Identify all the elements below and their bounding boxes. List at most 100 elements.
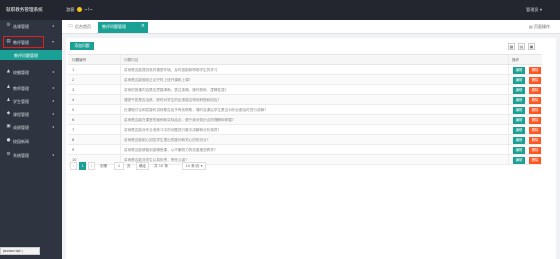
question-text: 讲师是否能够做到激情授课，以不懈努力的态度推进教学?: [124, 148, 216, 152]
edit-button[interactable]: 编辑: [513, 116, 525, 124]
question-text: 讲师是否能做到正点守时上班开课和上课?: [124, 78, 191, 82]
chevron-down-icon: ◂: [52, 23, 55, 28]
table-row: 6 讲师是否能在课堂的案例和实际结合，便于我对知识点的理解和掌握? 编辑 删除: [68, 115, 542, 125]
greeting-prefix: 游客: [66, 7, 75, 12]
sidebar-item-label: 教评问题管理: [14, 53, 38, 58]
sidebar-item-news[interactable]: ● 校园新闻: [0, 135, 62, 147]
status-bar-link: javascript:;: [0, 247, 40, 255]
sidebar-item-label: 学生管理: [13, 99, 29, 104]
sidebar-item-label: 课程管理: [13, 112, 29, 117]
edit-button[interactable]: 编辑: [513, 146, 525, 154]
teacher-icon: ♟: [6, 85, 11, 90]
sidebar-item-label: 系统管理: [13, 153, 29, 158]
per-page-select[interactable]: 10 条/页 ▾: [182, 162, 206, 170]
sidebar: ☰ 选课管理 ◂ ▤ 教评管理 ▾ 教评问题管理 ▲ 校徽管理 ◂ ♟ 教师管理…: [0, 20, 62, 259]
sidebar-item-courses[interactable]: ◆ 课程管理 ◂: [0, 108, 62, 120]
question-text: 在课程讨论和答疑时讲师是否给予有效帮助，课时及课后学生是否对作业都及时进行讲解?: [124, 108, 267, 112]
question-id: 7: [72, 128, 75, 132]
goto-confirm-button[interactable]: 确定: [136, 162, 149, 170]
goto-label: 到第: [100, 164, 108, 168]
edit-button[interactable]: 编辑: [513, 76, 525, 84]
select-icon: ☰: [6, 23, 11, 28]
edit-button[interactable]: 编辑: [513, 136, 525, 144]
export-icon[interactable]: ▤: [518, 43, 525, 50]
edit-button[interactable]: 编辑: [513, 96, 525, 104]
delete-button[interactable]: 删除: [529, 96, 541, 104]
app-title: 就职教务管理系统: [6, 8, 43, 13]
question-text: 课堂气氛是否活跃，即时对学生的反馈能否得到积极和回应?: [124, 98, 220, 102]
question-id: 3: [72, 88, 75, 92]
page-ops-button[interactable]: ▤ 页面操作: [529, 24, 550, 30]
chevron-down-icon: ◂: [52, 69, 55, 74]
tab-label: 教评问题管理: [102, 24, 126, 29]
monitor-icon: ▭: [68, 23, 73, 29]
add-question-button[interactable]: 添加问题: [70, 42, 94, 50]
goto-page-input[interactable]: 1: [114, 162, 124, 170]
question-id: 8: [72, 138, 75, 142]
delete-button[interactable]: 删除: [529, 76, 541, 84]
header-id: 问题编号: [72, 58, 87, 62]
edit-button[interactable]: 编辑: [513, 66, 525, 74]
question-id: 2: [72, 78, 75, 82]
sidebar-item-label: 成绩管理: [13, 125, 29, 130]
system-icon: ⚙: [6, 152, 11, 157]
chevron-down-icon: ◂: [52, 111, 55, 116]
sidebar-item-system[interactable]: ⚙ 系统管理 ◂: [0, 149, 62, 161]
delete-button[interactable]: 删除: [529, 86, 541, 94]
header-question: 问题内容: [124, 58, 139, 62]
sidebar-item-course-select[interactable]: ☰ 选课管理 ◂: [0, 20, 62, 32]
close-icon[interactable]: ×: [141, 23, 145, 29]
table-row: 3 讲师的授课内容是否思路清晰、表达准确、操作熟练、逻辑性强? 编辑 删除: [68, 85, 542, 95]
delete-button[interactable]: 删除: [529, 126, 541, 134]
table-row: 9 讲师是否能够做到激情授课，以不懈努力的态度推进教学? 编辑 删除: [68, 145, 542, 155]
delete-button[interactable]: 删除: [529, 156, 541, 164]
question-id: 1: [72, 68, 75, 72]
table-header: 问题编号 问题内容 操作: [68, 55, 542, 65]
question-text: 讲师是否能在课堂的案例和实际结合，便于我对知识点的理解和掌握?: [124, 118, 234, 122]
columns-icon[interactable]: ▦: [508, 43, 515, 50]
delete-button[interactable]: 删除: [529, 116, 541, 124]
sidebar-item-students[interactable]: ♟ 学生管理 ◂: [0, 95, 62, 107]
edit-button[interactable]: 编辑: [513, 126, 525, 134]
print-icon[interactable]: ▣: [528, 43, 535, 50]
table-row: 8 讲师是否能耐心回答学生提出的疑问和关心的知识点? 编辑 删除: [68, 135, 542, 145]
edit-button[interactable]: 编辑: [513, 156, 525, 164]
student-icon: ♟: [6, 98, 11, 103]
question-text: 讲师的授课内容是否思路清晰、表达准确、操作熟练、逻辑性强?: [124, 88, 227, 92]
grade-icon: ▣: [6, 124, 11, 129]
question-text: 讲师是否能提供良好课堂环境，及时激励和帮助学生的学习: [124, 68, 218, 72]
main-panel: 添加问题 ▦ ▤ ▣ 问题编号 问题内容 操作 1 讲师是否能提供良好课堂环境，及…: [66, 38, 556, 259]
sidebar-item-teachers[interactable]: ♟ 教师管理 ◂: [0, 82, 62, 94]
delete-button[interactable]: 删除: [529, 106, 541, 114]
edit-button[interactable]: 编辑: [513, 106, 525, 114]
delete-button[interactable]: 删除: [529, 146, 541, 154]
top-header: 就职教务管理系统 游客 ~!~ 管理员 ▾: [0, 0, 560, 20]
question-text: 讲师是否能耐心回答学生提出的疑问和关心的知识点?: [124, 138, 209, 142]
next-page-button[interactable]: ›: [88, 162, 95, 170]
sidebar-item-label: 教师管理: [13, 86, 29, 91]
edit-button[interactable]: 编辑: [513, 86, 525, 94]
course-icon: ◆: [6, 111, 11, 116]
table-row: 4 课堂气氛是否活跃，即时对学生的反馈能否得到积极和回应? 编辑 删除: [68, 95, 542, 105]
question-id: 4: [72, 98, 75, 102]
delete-button[interactable]: 删除: [529, 136, 541, 144]
sidebar-item-badge[interactable]: ▲ 校徽管理 ◂: [0, 66, 62, 78]
sidebar-item-grades[interactable]: ▣ 成绩管理 ◂: [0, 121, 62, 133]
question-text: 讲师是否能对作业或练习中的问题进行集中讲解和分析指导?: [124, 128, 220, 132]
page-1-button[interactable]: 1: [79, 162, 86, 170]
prev-page-button[interactable]: ‹: [70, 162, 77, 170]
tab-bar: ▭ 后台首页 教评问题管理 × ▤ 页面操作: [62, 20, 560, 34]
question-id: 9: [72, 148, 75, 152]
sidebar-subitem-evaluation-questions[interactable]: 教评问题管理: [0, 50, 62, 60]
user-menu[interactable]: 管理员 ▾: [526, 7, 542, 13]
table-row: 7 讲师是否能对作业或练习中的问题进行集中讲解和分析指导? 编辑 删除: [68, 125, 542, 135]
chevron-down-icon: ◂: [52, 98, 55, 103]
page-ops-label: 页面操作: [534, 24, 550, 29]
table-row: 2 讲师是否能做到正点守时上班开课和上课? 编辑 删除: [68, 75, 542, 85]
greeting-suffix: ~!~: [84, 7, 93, 12]
tab-label: 后台首页: [75, 24, 91, 29]
sidebar-item-label: 校徽管理: [13, 70, 29, 75]
delete-button[interactable]: 删除: [529, 66, 541, 74]
page-label: 页: [127, 164, 131, 168]
tab-evaluation-questions[interactable]: 教评问题管理 ×: [98, 22, 148, 33]
